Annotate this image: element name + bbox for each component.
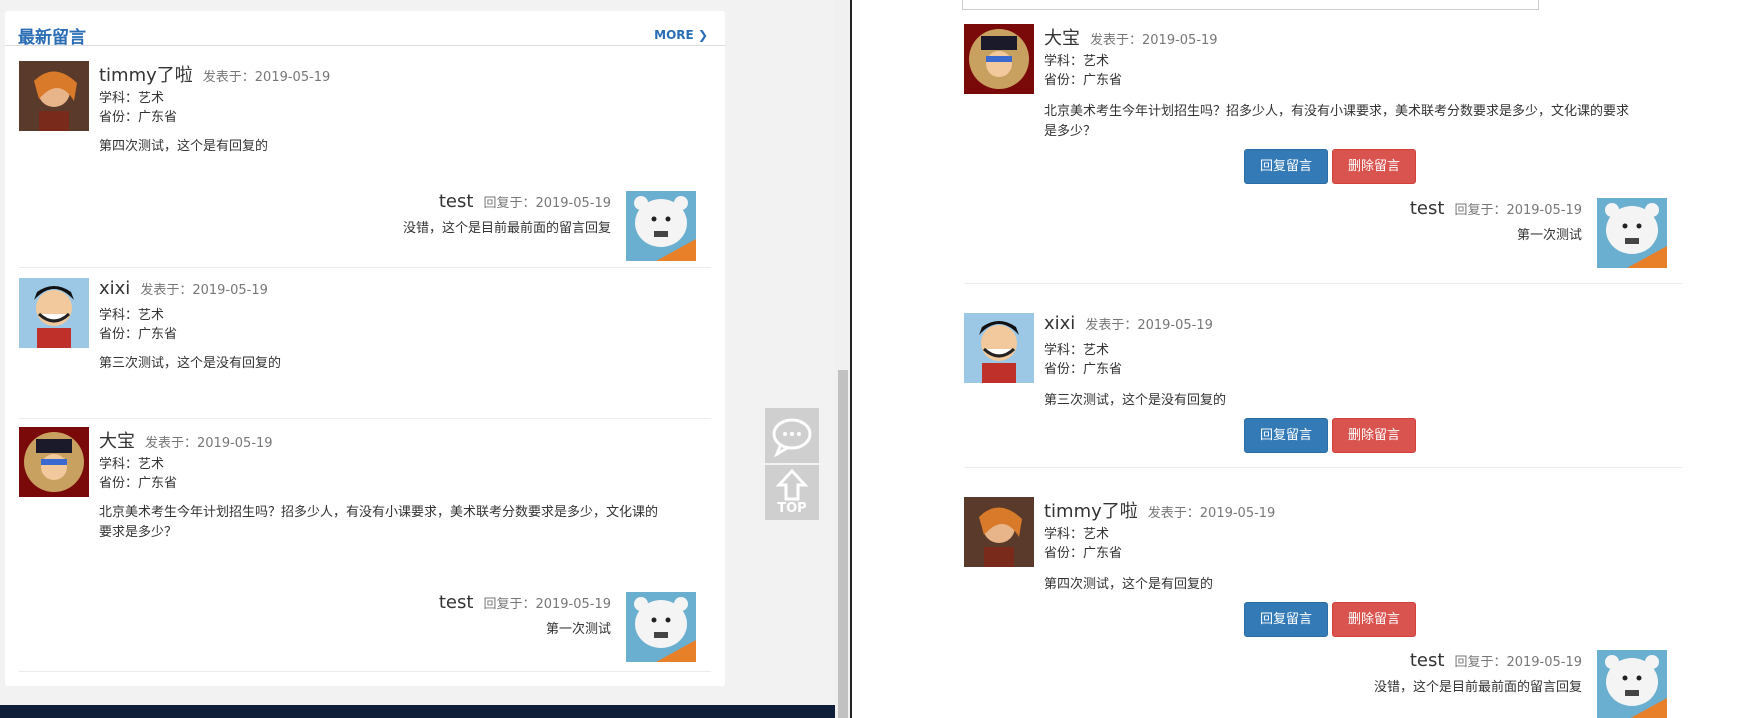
- message-content-line-2: 是多少？: [1044, 124, 1097, 139]
- avatar: [964, 24, 1034, 94]
- message-content-line-2: 要求是多少？: [99, 525, 178, 540]
- message-content: 第四次测试，这个是有回复的: [1044, 577, 1214, 592]
- author-name: xixi 发表于：2019-05-19: [1044, 313, 1213, 334]
- list-item: timmy了啦 发表于：2019-05-19 学科：艺术 省份：广东省 第四次测试…: [19, 61, 711, 268]
- reply-author: test 回复于：2019-05-19: [438, 191, 611, 212]
- post-date: 发表于：2019-05-19: [1085, 318, 1213, 333]
- reply-button[interactable]: 回复留言: [1244, 418, 1328, 453]
- delete-button[interactable]: 删除留言: [1332, 418, 1416, 453]
- avatar: [19, 61, 89, 131]
- reply-block: test 回复于：2019-05-19 第一次测试: [19, 592, 711, 664]
- left-pane: 最新留言 MORE ❯ timmy了啦 发表于：2019-05-19 学科：艺术 …: [0, 0, 850, 718]
- avatar: [1597, 650, 1667, 718]
- message-content: 第四次测试，这个是有回复的: [99, 139, 269, 154]
- more-link[interactable]: MORE ❯: [654, 28, 708, 42]
- card-title: 最新留言: [18, 28, 86, 48]
- avatar: [19, 427, 89, 497]
- reply-author: test 回复于：2019-05-19: [438, 592, 611, 613]
- back-to-top-button[interactable]: TOP: [765, 465, 819, 520]
- subject-line: 学科：艺术: [1044, 54, 1110, 69]
- reply-date: 回复于：2019-05-19: [483, 597, 611, 612]
- subject-line: 学科：艺术: [1044, 343, 1110, 358]
- chevron-right-icon: ❯: [697, 28, 708, 42]
- post-date: 发表于：2019-05-19: [202, 70, 331, 85]
- reply-content: 第一次测试: [545, 622, 611, 637]
- scrollbar-thumb[interactable]: [838, 370, 848, 718]
- avatar: [964, 313, 1034, 383]
- author-name: xixi 发表于：2019-05-19: [99, 278, 268, 299]
- avatar: [626, 592, 696, 662]
- reply-author: test 回复于：2019-05-19: [1409, 198, 1582, 219]
- author-name: timmy了啦 发表于：2019-05-19: [99, 65, 331, 86]
- message-content-line-1: 北京美术考生今年计划招生吗？招多少人，有没有小课要求，美术联考分数要求是多少，文…: [1044, 104, 1630, 119]
- reply-content: 第一次测试: [1516, 228, 1582, 243]
- author-name: timmy了啦 发表于：2019-05-19: [1044, 501, 1276, 522]
- message-content: 第三次测试，这个是没有回复的: [99, 356, 282, 371]
- subject-line: 学科：艺术: [1044, 527, 1110, 542]
- chat-button[interactable]: [765, 408, 819, 463]
- latest-messages-card: 最新留言 MORE ❯ timmy了啦 发表于：2019-05-19 学科：艺术 …: [5, 11, 725, 686]
- list-item: xixi 发表于：2019-05-19 学科：艺术 省份：广东省 第三次测试，这个…: [964, 313, 1682, 468]
- reply-date: 回复于：2019-05-19: [1454, 203, 1582, 218]
- post-date: 发表于：2019-05-19: [1090, 33, 1218, 48]
- message-input[interactable]: [962, 0, 1539, 10]
- list-item: xixi 发表于：2019-05-19 学科：艺术 省份：广东省 第三次测试，这个…: [19, 278, 711, 419]
- province-line: 省份：广东省: [1044, 362, 1123, 377]
- province-line: 省份：广东省: [99, 327, 178, 342]
- chat-bubble-icon: [772, 418, 812, 458]
- reply-author: test 回复于：2019-05-19: [1409, 650, 1582, 671]
- avatar: [1597, 198, 1667, 268]
- reply-content: 没错，这个是目前最前面的留言回复: [1373, 680, 1582, 695]
- post-date: 发表于：2019-05-19: [140, 283, 268, 298]
- reply-block: test 回复于：2019-05-19 没错，这个是目前最前面的留言回复: [964, 650, 1682, 718]
- avatar: [964, 497, 1034, 567]
- arrow-up-icon: [775, 468, 809, 501]
- list-item: 大宝 发表于：2019-05-19 学科：艺术 省份：广东省 北京美术考生今年计划…: [19, 427, 711, 672]
- footer-bar: [0, 705, 835, 718]
- province-line: 省份：广东省: [1044, 73, 1123, 88]
- reply-date: 回复于：2019-05-19: [483, 196, 611, 211]
- avatar: [626, 191, 696, 261]
- list-item: timmy了啦 发表于：2019-05-19 学科：艺术 省份：广东省 第四次测试…: [964, 497, 1682, 718]
- subject-line: 学科：艺术: [99, 91, 165, 106]
- reply-block: test 回复于：2019-05-19 第一次测试: [964, 198, 1682, 270]
- reply-button[interactable]: 回复留言: [1244, 602, 1328, 637]
- author-name: 大宝 发表于：2019-05-19: [99, 431, 273, 452]
- right-pane: 大宝 发表于：2019-05-19 学科：艺术 省份：广东省 北京美术考生今年计划…: [852, 0, 1748, 718]
- top-label: TOP: [777, 501, 807, 516]
- author-name: 大宝 发表于：2019-05-19: [1044, 28, 1218, 49]
- subject-line: 学科：艺术: [99, 308, 165, 323]
- post-date: 发表于：2019-05-19: [1147, 506, 1276, 521]
- reply-content: 没错，这个是目前最前面的留言回复: [402, 221, 611, 236]
- delete-button[interactable]: 删除留言: [1332, 149, 1416, 184]
- list-item: 大宝 发表于：2019-05-19 学科：艺术 省份：广东省 北京美术考生今年计划…: [964, 24, 1682, 284]
- reply-button[interactable]: 回复留言: [1244, 149, 1328, 184]
- reply-date: 回复于：2019-05-19: [1454, 655, 1582, 670]
- card-header: 最新留言 MORE ❯: [5, 11, 725, 48]
- subject-line: 学科：艺术: [99, 457, 165, 472]
- post-date: 发表于：2019-05-19: [145, 436, 273, 451]
- message-content: 第三次测试，这个是没有回复的: [1044, 393, 1227, 408]
- avatar: [19, 278, 89, 348]
- reply-block: test 回复于：2019-05-19 没错，这个是目前最前面的留言回复: [19, 191, 711, 263]
- delete-button[interactable]: 删除留言: [1332, 602, 1416, 637]
- province-line: 省份：广东省: [99, 110, 178, 125]
- message-content-line-1: 北京美术考生今年计划招生吗？招多少人，有没有小课要求，美术联考分数要求是多少，文…: [99, 505, 659, 520]
- province-line: 省份：广东省: [99, 476, 178, 491]
- province-line: 省份：广东省: [1044, 546, 1123, 561]
